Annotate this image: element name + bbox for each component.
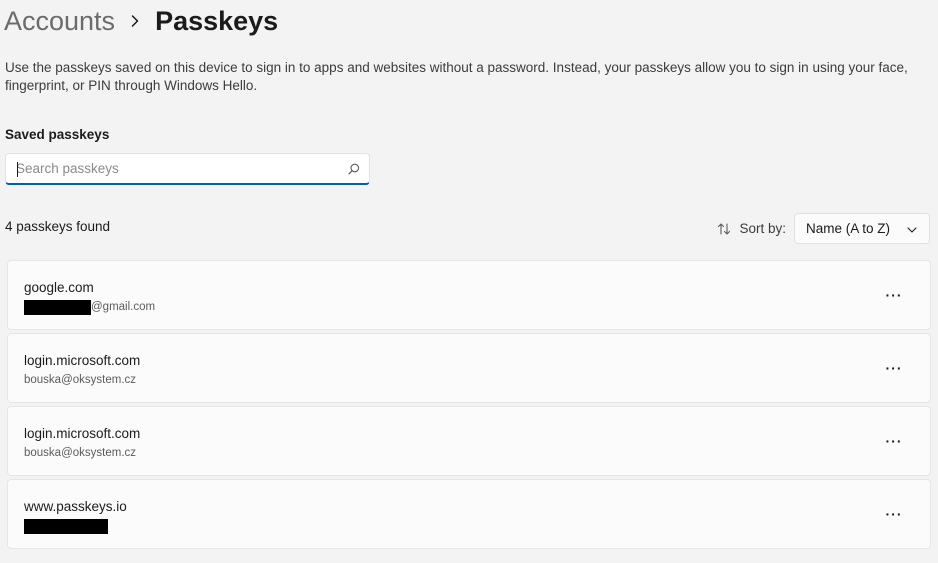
passkey-row: login.microsoft.com bouska@oksystem.cz ·… [7, 333, 931, 403]
passkey-site: www.passkeys.io [24, 499, 127, 514]
redacted-username [24, 299, 91, 315]
passkeys-settings-page: Accounts Passkeys Use the passkeys saved… [0, 0, 938, 563]
passkey-list: google.com @gmail.com ··· login.microsof… [7, 260, 931, 552]
passkey-site: google.com [24, 280, 94, 295]
page-description: Use the passkeys saved on this device to… [5, 60, 908, 93]
passkey-user: bouska@oksystem.cz [24, 445, 136, 461]
passkey-user [24, 518, 108, 534]
breadcrumb: Accounts Passkeys [4, 2, 278, 40]
search-icon[interactable] [339, 154, 369, 183]
sort-icon [715, 220, 733, 238]
saved-passkeys-heading: Saved passkeys [5, 127, 110, 142]
more-options-button[interactable]: ··· [876, 500, 912, 528]
more-options-button[interactable]: ··· [876, 281, 912, 309]
more-options-button[interactable]: ··· [876, 354, 912, 382]
search-box [5, 153, 370, 185]
passkey-user-text: bouska@oksystem.cz [24, 447, 137, 459]
sort-control: Sort by: Name (A to Z) [715, 213, 930, 244]
search-input[interactable] [6, 154, 339, 183]
passkey-row: www.passkeys.io ··· [7, 479, 931, 549]
passkey-row: login.microsoft.com bouska@oksystem.cz ·… [7, 406, 931, 476]
breadcrumb-accounts-link[interactable]: Accounts [4, 6, 115, 37]
passkey-site: login.microsoft.com [24, 353, 141, 368]
passkey-user-text: bouska@oksystem.cz [24, 374, 137, 386]
page-title: Passkeys [155, 5, 279, 36]
passkey-count: 4 passkeys found [5, 219, 111, 234]
sort-selected-value: Name (A to Z) [806, 221, 891, 236]
chevron-down-icon [907, 220, 917, 238]
sort-dropdown[interactable]: Name (A to Z) [794, 213, 930, 244]
passkey-site: login.microsoft.com [24, 426, 141, 441]
passkey-user: bouska@oksystem.cz [24, 372, 136, 388]
text-caret [17, 162, 18, 177]
passkey-row: google.com @gmail.com ··· [7, 260, 931, 330]
chevron-right-icon [115, 14, 155, 28]
passkey-user-text: @gmail.com [91, 301, 156, 313]
sort-label: Sort by: [739, 221, 786, 236]
passkey-user: @gmail.com [24, 299, 155, 315]
redacted-username [24, 518, 108, 534]
more-options-button[interactable]: ··· [876, 427, 912, 455]
